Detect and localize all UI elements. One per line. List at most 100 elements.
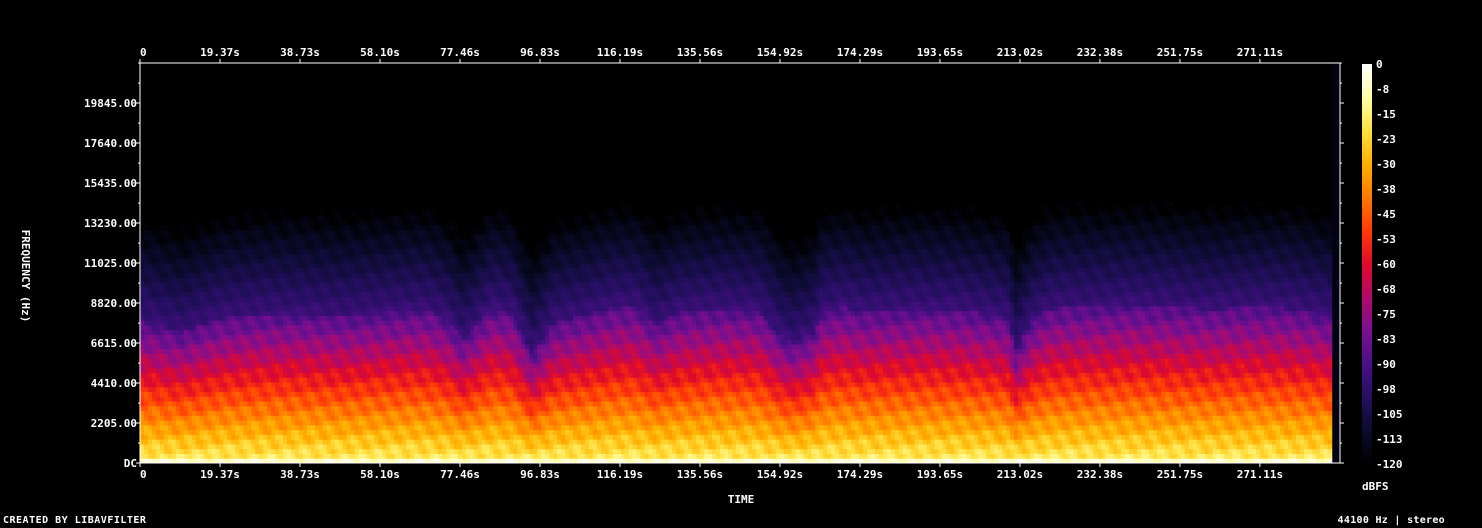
- spectrogram-cell: [286, 172, 292, 178]
- spectrogram-cell: [354, 67, 359, 74]
- spectrogram-cell: [159, 263, 165, 269]
- spectrogram-cell: [147, 258, 153, 264]
- spectrogram-cell: [147, 148, 153, 154]
- spectrogram-cell: [199, 296, 205, 302]
- spectrogram-cell: [171, 277, 177, 283]
- spectrogram-cell: [267, 224, 272, 231]
- spectrogram-cell: [370, 258, 375, 264]
- spectrogram-cell: [175, 148, 181, 154]
- spectrogram-cell: [223, 401, 228, 407]
- spectrogram-cell: [294, 77, 300, 83]
- spectrogram-cell: [163, 143, 169, 150]
- spectrogram-cell: [267, 86, 272, 93]
- spectrogram-cell: [354, 239, 359, 245]
- spectrogram-cell: [231, 167, 236, 174]
- spectrogram-cell: [187, 229, 193, 235]
- spectrogram-cell: [207, 239, 212, 245]
- spectrogram-cell: [227, 301, 232, 307]
- spectrogram-column: [187, 63, 193, 464]
- spectrogram-cell: [306, 82, 312, 88]
- spectrogram-cell: [155, 386, 161, 393]
- spectrogram-cell: [286, 215, 292, 221]
- spectrogram-cell: [143, 234, 149, 240]
- spectrogram-cell: [151, 72, 157, 78]
- spectrogram-cell: [350, 405, 356, 412]
- spectrogram-cell: [195, 67, 201, 74]
- spectrogram-cell: [310, 253, 316, 259]
- spectrogram-cell: [211, 329, 216, 335]
- spectrogram-cell: [267, 77, 272, 83]
- spectrogram-cell: [211, 277, 216, 283]
- spectrogram-cell: [147, 320, 153, 326]
- spectrogram-cell: [247, 253, 252, 259]
- spectrogram-cell: [255, 396, 260, 402]
- spectrogram-cell: [143, 305, 149, 312]
- spectrogram-cell: [231, 196, 236, 202]
- spectrogram-cell: [187, 158, 193, 164]
- spectrogram-cell: [350, 67, 356, 74]
- spectrogram-cell: [195, 172, 201, 178]
- spectrogram-cell: [227, 363, 232, 369]
- spectrogram-cell: [283, 182, 288, 188]
- spectrogram-cell: [159, 415, 165, 421]
- spectrogram-cell: [147, 72, 153, 78]
- spectrogram-cell: [354, 148, 359, 154]
- spectrogram-cell: [358, 358, 363, 364]
- spectrogram-cell: [310, 420, 316, 426]
- spectrogram-cell: [215, 382, 220, 388]
- spectrogram-cell: [239, 348, 244, 354]
- spectrogram-cell: [314, 182, 320, 188]
- spectrogram-cell: [342, 77, 348, 83]
- spectrogram-cell: [306, 177, 312, 183]
- spectrogram-cell: [147, 163, 153, 169]
- spectrogram-cell: [175, 315, 181, 321]
- spectrogram-cell: [171, 401, 177, 407]
- spectrogram-cell: [306, 301, 312, 307]
- spectrogram-cell: [298, 448, 304, 454]
- spectrogram-cell: [322, 143, 328, 150]
- spectrogram-cell: [239, 401, 244, 407]
- spectrogram-cell: [330, 405, 336, 412]
- spectrogram-cell: [350, 367, 356, 374]
- spectrogram-cell: [322, 220, 328, 226]
- spectrogram-cell: [294, 153, 300, 159]
- spectrogram-cell: [155, 82, 161, 88]
- spectrogram-cell: [286, 453, 292, 459]
- spectrogram-cell: [171, 182, 177, 188]
- spectrogram-cell: [151, 291, 157, 297]
- spectrogram-cell: [251, 358, 256, 364]
- spectrogram-cell: [275, 272, 280, 278]
- spectrogram-cell: [195, 229, 201, 235]
- spectrogram-cell: [179, 148, 185, 154]
- spectrogram-cell: [283, 343, 288, 350]
- spectrogram-cell: [223, 139, 228, 145]
- spectrogram-cell: [175, 424, 181, 431]
- spectrogram-cell: [167, 277, 173, 283]
- spectrogram-cell: [183, 120, 189, 126]
- spectrogram-cell: [294, 391, 300, 397]
- spectrogram-cell: [358, 410, 363, 416]
- spectrogram-cell: [346, 191, 352, 197]
- spectrogram-cell: [159, 177, 165, 183]
- spectrogram-cell: [358, 163, 363, 169]
- spectrogram-cell: [219, 258, 224, 264]
- spectrogram-cell: [187, 386, 193, 393]
- spectrogram-cell: [306, 191, 312, 197]
- spectrogram-cell: [151, 420, 157, 426]
- spectrogram-cell: [227, 391, 232, 397]
- spectrogram-cell: [247, 163, 252, 169]
- spectrogram-cell: [223, 367, 228, 374]
- spectrogram-cell: [151, 358, 157, 364]
- spectrogram-cell: [179, 420, 185, 426]
- spectrogram-cell: [171, 263, 177, 269]
- spectrogram-cell: [275, 67, 280, 74]
- spectrogram-cell: [330, 205, 336, 212]
- spectrogram-cell: [314, 353, 320, 359]
- spectrogram-cell: [227, 105, 232, 112]
- spectrogram-cell: [167, 115, 173, 121]
- spectrogram-cell: [247, 77, 252, 83]
- spectrogram-cell: [191, 110, 197, 116]
- spectrogram-cell: [354, 172, 359, 178]
- spectrogram-cell: [195, 186, 201, 193]
- spectrogram-cell: [231, 239, 236, 245]
